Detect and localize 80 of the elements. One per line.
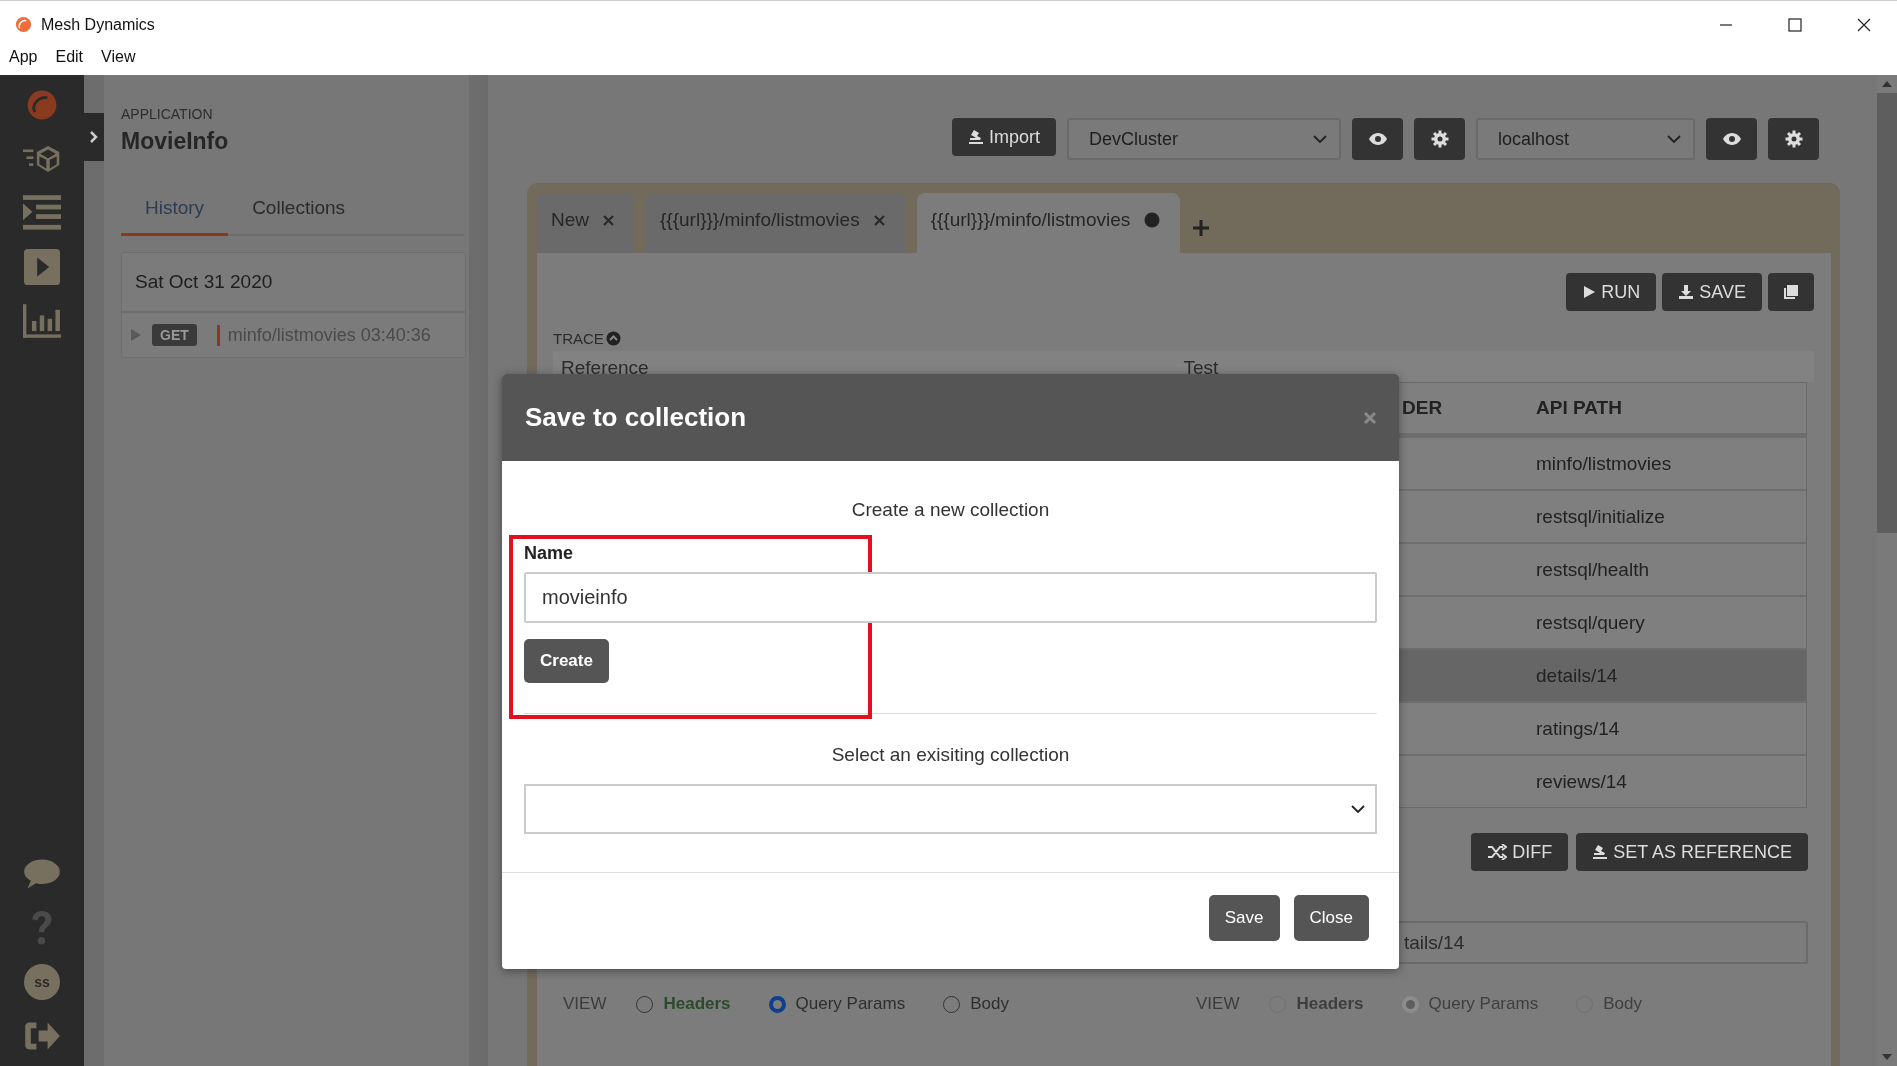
stamp-icon bbox=[1592, 844, 1609, 860]
menu-item[interactable]: View bbox=[101, 48, 136, 66]
radio-label: Query Params bbox=[1428, 994, 1539, 1014]
chevron-down-icon bbox=[1667, 134, 1681, 144]
radio-button[interactable] bbox=[768, 995, 786, 1013]
stamp-icon bbox=[968, 129, 984, 145]
play-icon[interactable] bbox=[23, 249, 61, 285]
name-input[interactable]: movieinfo bbox=[524, 572, 1377, 623]
radio-label: Body bbox=[1603, 994, 1642, 1014]
environment-select[interactable]: localhost bbox=[1476, 118, 1695, 160]
save-button[interactable]: Save bbox=[1208, 895, 1280, 941]
create-button[interactable]: Create bbox=[524, 639, 609, 683]
column-heading: Test bbox=[1183, 357, 1220, 379]
close-icon[interactable] bbox=[1857, 17, 1871, 32]
close-button[interactable]: Close bbox=[1293, 895, 1369, 941]
field-label: Name bbox=[524, 543, 574, 564]
add-tab-icon[interactable] bbox=[1192, 219, 1211, 237]
import-button[interactable]: Import bbox=[952, 118, 1056, 156]
settings-button[interactable] bbox=[1768, 118, 1819, 160]
collapse-icon[interactable] bbox=[605, 331, 621, 346]
dialog-title: Save to collection bbox=[525, 402, 747, 433]
save-button[interactable]: SAVE bbox=[1662, 273, 1762, 311]
environment-select[interactable]: DevCluster bbox=[1067, 118, 1341, 160]
expand-button[interactable] bbox=[84, 113, 104, 161]
scroll-up-icon[interactable] bbox=[1882, 81, 1892, 87]
copy-button[interactable] bbox=[1768, 273, 1814, 311]
settings-icon bbox=[1784, 130, 1803, 148]
request-tab[interactable]: New bbox=[537, 193, 634, 253]
request-tab[interactable]: {{{url}}}/minfo/listmovies bbox=[646, 193, 905, 253]
window-title: Mesh Dynamics bbox=[41, 15, 155, 34]
sidebar-tab[interactable]: History bbox=[121, 187, 229, 236]
chevron-down-icon bbox=[1351, 804, 1365, 814]
section-heading: Select an exisiting collection bbox=[830, 744, 1071, 766]
menu-item[interactable]: Edit bbox=[55, 48, 84, 66]
application-name: MovieInfo bbox=[121, 128, 230, 155]
column-heading: API PATH bbox=[1536, 397, 1622, 418]
trace-label: TRACE bbox=[553, 330, 604, 347]
scrollbar-thumb[interactable] bbox=[1877, 93, 1897, 533]
view-label: VIEW bbox=[563, 994, 607, 1014]
app-logo-icon bbox=[14, 15, 33, 34]
eye-icon bbox=[1721, 132, 1742, 146]
diff-button[interactable]: DIFF bbox=[1471, 833, 1569, 871]
unsaved-dot-icon bbox=[1144, 212, 1161, 228]
user-avatar[interactable]: ss bbox=[24, 964, 60, 1000]
method-badge: GET bbox=[152, 324, 197, 346]
bar-chart-icon[interactable] bbox=[23, 303, 61, 339]
view-label: VIEW bbox=[1196, 994, 1240, 1014]
radio-button[interactable] bbox=[636, 995, 654, 1013]
play-icon bbox=[1582, 285, 1597, 299]
expand-triangle-icon[interactable] bbox=[130, 328, 142, 342]
history-date: Sat Oct 31 2020 bbox=[122, 253, 465, 313]
view-button[interactable] bbox=[1352, 118, 1403, 160]
collection-select[interactable] bbox=[524, 784, 1377, 834]
radio-label: Headers bbox=[663, 994, 731, 1014]
eye-icon bbox=[1367, 132, 1388, 146]
list-indent-icon[interactable] bbox=[23, 195, 61, 231]
column-heading: Reference bbox=[561, 357, 650, 379]
set-reference-button[interactable]: SET AS REFERENCE bbox=[1576, 833, 1808, 871]
chevron-down-icon bbox=[1313, 134, 1327, 144]
scroll-down-icon[interactable] bbox=[1882, 1054, 1892, 1060]
menu-item[interactable]: App bbox=[9, 48, 38, 66]
radio-button[interactable] bbox=[943, 995, 961, 1013]
view-button[interactable] bbox=[1706, 118, 1757, 160]
run-button[interactable]: RUN bbox=[1566, 273, 1657, 311]
radio-label: Headers bbox=[1296, 994, 1364, 1014]
section-heading: Create a new collection bbox=[850, 499, 1051, 521]
shuffle-icon bbox=[1487, 844, 1508, 860]
settings-icon bbox=[1430, 130, 1449, 148]
column-heading: DER bbox=[1402, 397, 1443, 418]
copy-icon bbox=[1783, 284, 1799, 300]
section-caption: APPLICATION bbox=[121, 106, 214, 122]
download-icon bbox=[1678, 284, 1695, 300]
scrollbar[interactable] bbox=[1877, 75, 1897, 1066]
sidebar-tab[interactable]: Collections bbox=[228, 187, 370, 236]
radio-label: Body bbox=[970, 994, 1009, 1014]
radio-label: Query Params bbox=[795, 994, 906, 1014]
chevron-right-icon bbox=[89, 130, 99, 144]
request-tab[interactable]: {{{url}}}/minfo/listmovies bbox=[916, 193, 1181, 253]
settings-button[interactable] bbox=[1414, 118, 1465, 160]
maximize-icon[interactable] bbox=[1788, 17, 1802, 32]
